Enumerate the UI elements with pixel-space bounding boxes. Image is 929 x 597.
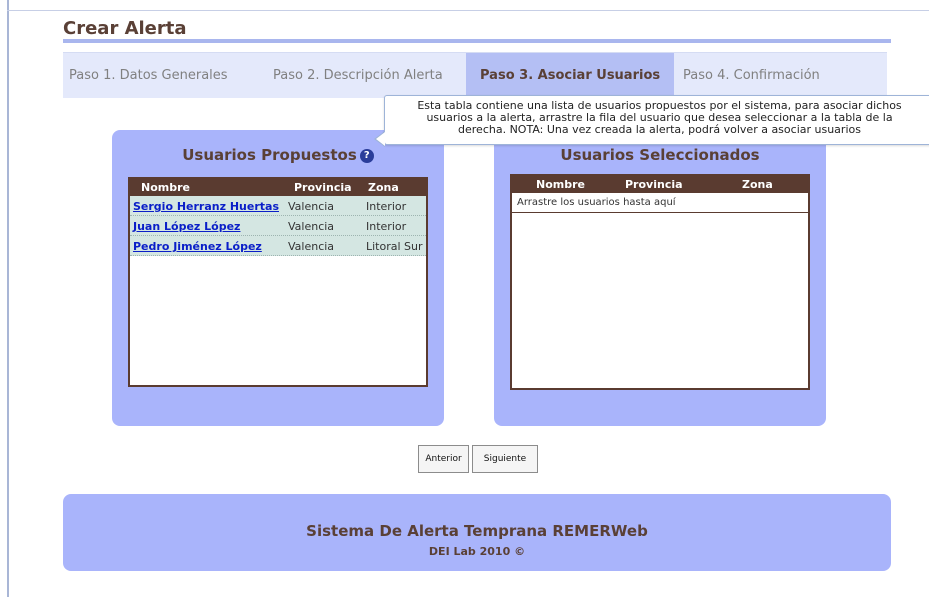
proposed-table-header: Nombre Provincia Zona [130,179,426,196]
page-top-border [7,10,929,11]
column-header-zona[interactable]: Zona [742,178,773,191]
proposed-users-title-text: Usuarios Propuestos [182,146,357,164]
user-name-link[interactable]: Sergio Herranz Huertas [133,200,279,213]
step-3-active[interactable]: Paso 3. Asociar Usuarios [466,53,675,99]
proposed-users-table: Nombre Provincia Zona Sergio Herranz Hue… [128,177,428,387]
step-2[interactable]: Paso 2. Descripción Alerta [273,53,443,99]
user-zone: Interior [366,220,407,233]
user-zone: Litoral Sur [366,240,423,253]
proposed-users-panel: Usuarios Propuestos? Nombre Provincia Zo… [112,130,444,426]
user-province: Valencia [288,220,335,233]
footer: Sistema De Alerta Temprana REMERWeb DEI … [63,494,891,571]
user-name-link[interactable]: Pedro Jiménez López [133,240,262,253]
table-row[interactable]: Sergio Herranz Huertas Valencia Interior [130,196,426,216]
column-header-provincia[interactable]: Provincia [625,178,683,191]
drop-target-hint: Arrastre los usuarios hasta aquí [512,193,808,213]
next-button[interactable]: Siguiente [472,445,538,473]
footer-title: Sistema De Alerta Temprana REMERWeb [306,522,648,540]
table-row[interactable]: Juan López López Valencia Interior [130,216,426,236]
table-row[interactable]: Pedro Jiménez López Valencia Litoral Sur [130,236,426,256]
selected-users-panel: Usuarios Seleccionados Nombre Provincia … [494,130,826,426]
footer-copyright: DEI Lab 2010 © [428,545,526,558]
column-header-zona[interactable]: Zona [368,181,399,194]
tooltip-arrow-fill [376,132,385,146]
user-province: Valencia [288,200,335,213]
column-header-provincia[interactable]: Provincia [294,181,352,194]
selected-table-header: Nombre Provincia Zona [512,176,808,193]
selected-users-title: Usuarios Seleccionados [560,146,760,164]
selected-users-table[interactable]: Nombre Provincia Zona Arrastre los usuar… [510,174,810,390]
user-name-link[interactable]: Juan López López [133,220,240,233]
proposed-users-title: Usuarios Propuestos? [112,146,444,164]
column-header-nombre[interactable]: Nombre [536,178,585,191]
step-4[interactable]: Paso 4. Confirmación [683,53,820,99]
title-underline [63,39,891,43]
help-icon[interactable]: ? [359,149,374,163]
help-tooltip: Esta tabla contiene una lista de usuario… [384,95,929,145]
tooltip-line: derecha. NOTA: Una vez creada la alerta,… [458,123,861,136]
wizard-steps: Paso 1. Datos Generales Paso 2. Descripc… [63,52,887,99]
user-province: Valencia [288,240,335,253]
user-zone: Interior [366,200,407,213]
step-1[interactable]: Paso 1. Datos Generales [69,53,228,99]
column-header-nombre[interactable]: Nombre [141,181,190,194]
page-title: Crear Alerta [63,18,187,39]
page-left-border [7,0,9,597]
previous-button[interactable]: Anterior [418,445,469,473]
